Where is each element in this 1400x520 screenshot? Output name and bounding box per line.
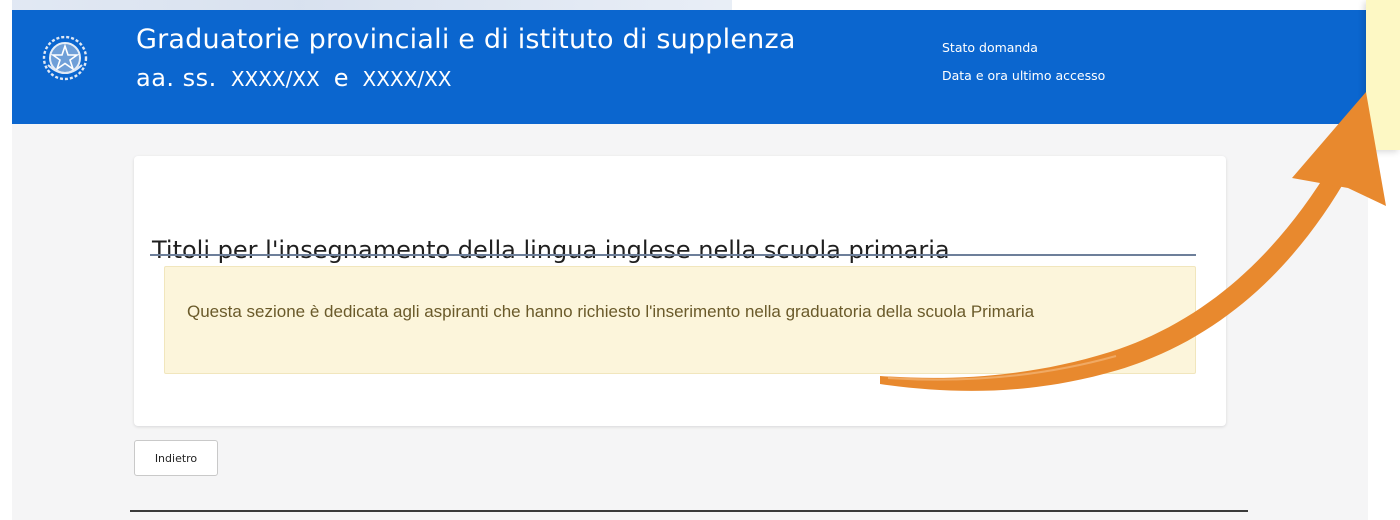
left-margin <box>0 0 12 520</box>
year-to: XXXX/XX <box>362 67 452 91</box>
application-status-label: Stato domanda <box>942 40 1038 55</box>
bottom-divider <box>130 510 1248 512</box>
italian-republic-emblem-icon <box>42 35 88 81</box>
back-button[interactable]: Indietro <box>134 440 218 476</box>
year-from: XXXX/XX <box>230 67 320 91</box>
years-prefix: aa. ss. <box>136 64 217 92</box>
curved-arrow-icon <box>880 92 1386 391</box>
header-title: Graduatorie provinciali e di istituto di… <box>136 24 796 55</box>
year-conjunction: e <box>333 64 349 92</box>
school-years: aa. ss. XXXX/XX e XXXX/XX <box>136 64 451 92</box>
